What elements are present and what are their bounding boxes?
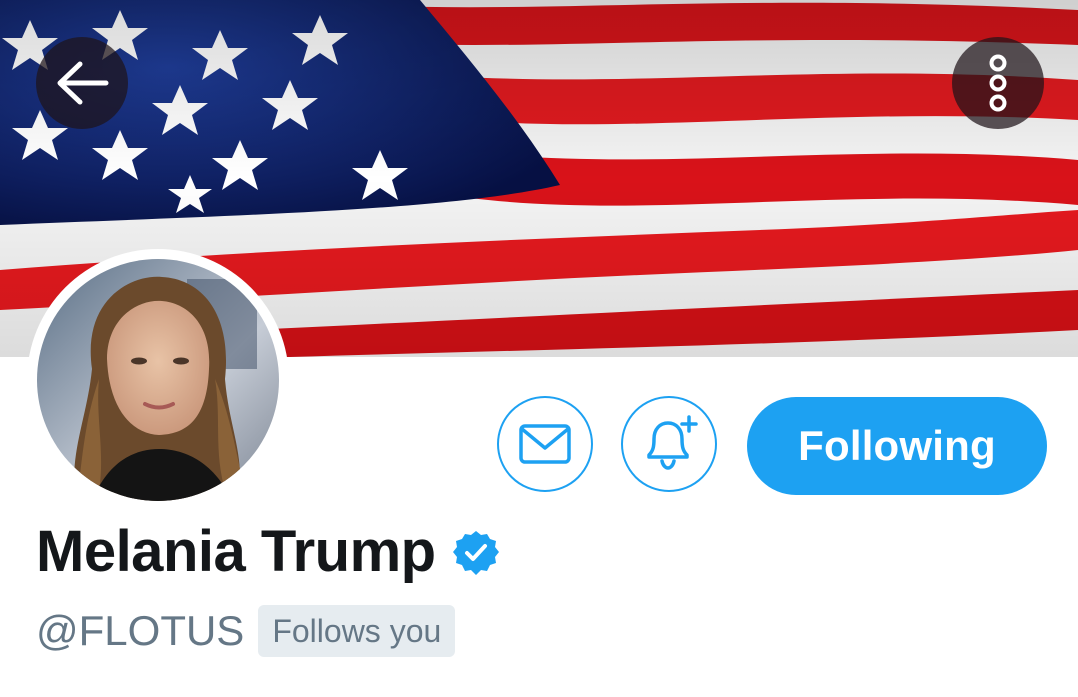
follows-you-badge: Follows you: [258, 605, 456, 657]
more-vertical-icon: [989, 54, 1007, 112]
profile-photo: [37, 259, 279, 501]
handle: @FLOTUS: [36, 607, 245, 654]
profile-name-row: Melania Trump: [36, 515, 500, 587]
verified-badge-icon: [452, 531, 499, 575]
message-button[interactable]: [497, 396, 593, 492]
display-name: Melania Trump: [36, 518, 436, 584]
back-button[interactable]: [36, 37, 128, 129]
notifications-button[interactable]: [621, 396, 717, 492]
bell-plus-icon: [647, 415, 698, 470]
arrow-left-icon: [57, 61, 109, 105]
envelope-icon: [519, 424, 571, 464]
following-button[interactable]: Following: [747, 397, 1047, 495]
avatar[interactable]: [37, 259, 279, 501]
avatar-frame: [27, 249, 289, 511]
profile-handle-row: @FLOTUS Follows you: [36, 604, 456, 658]
more-options-button[interactable]: [952, 37, 1044, 129]
